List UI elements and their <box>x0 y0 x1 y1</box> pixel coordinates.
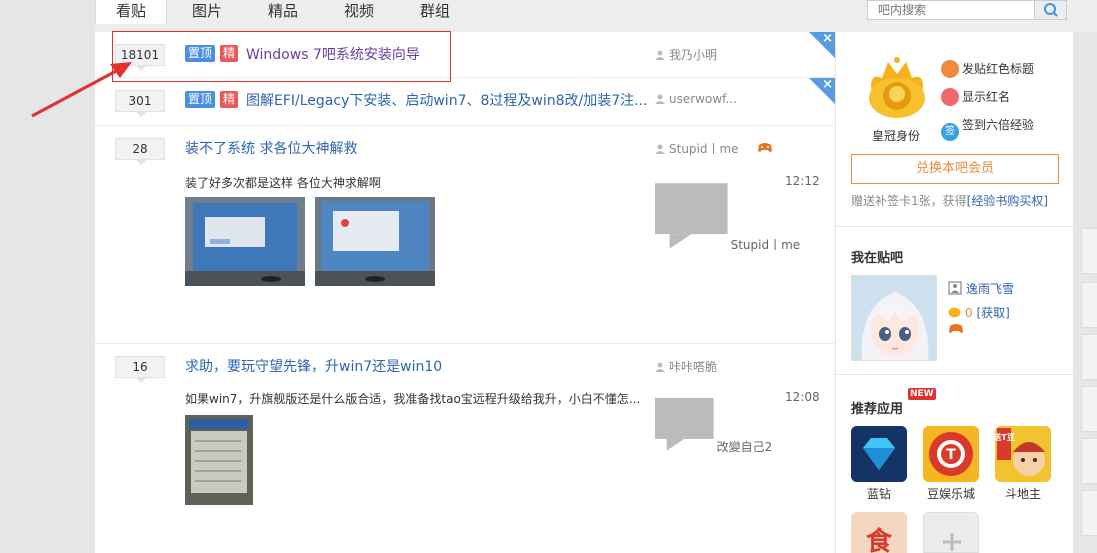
thread-row: 16 求助，要玩守望先锋，升win7还是win10 咔咔嗒脆 如果win7，升旗… <box>95 344 835 553</box>
last-replier[interactable]: 改變自己2 <box>655 392 772 455</box>
side-float-button[interactable] <box>1081 490 1097 536</box>
user-card-icon <box>948 281 962 295</box>
get-coins-link[interactable]: [获取] <box>976 306 1009 320</box>
last-reply-time: 12:12 <box>785 174 820 188</box>
search-input[interactable] <box>868 1 1034 19</box>
landlord-icon: 送T豆 <box>995 426 1051 482</box>
last-replier-name: Stupid丨me <box>730 237 801 252</box>
svg-text:T: T <box>946 447 956 463</box>
app-label: 蓝钻 <box>866 487 891 501</box>
thread-row: 301 置顶 精 图解EFI/Legacy下安装、启动win7、8过程及win8… <box>95 77 835 126</box>
divider <box>836 226 1074 227</box>
screenshot-photo <box>185 197 305 286</box>
thread-author[interactable]: Stupid丨me <box>655 140 739 157</box>
side-float-button[interactable] <box>1081 282 1097 328</box>
thread-author[interactable]: 咔咔嗒脆 <box>655 358 717 375</box>
comment-icon <box>655 397 714 451</box>
add-app-button[interactable] <box>923 512 979 553</box>
user-icon <box>655 94 665 104</box>
side-float-button[interactable] <box>1081 438 1097 484</box>
thread-thumbnail[interactable] <box>185 415 253 505</box>
reply-count: 28 <box>115 138 165 165</box>
thread-author[interactable]: 我乃小明 <box>655 46 717 63</box>
app-blue-diamond[interactable] <box>851 426 907 482</box>
side-float-button[interactable] <box>1081 334 1097 380</box>
perk-sign-exp: 签签到六倍经验 <box>941 116 1034 141</box>
app-food[interactable]: 食 <box>851 512 907 553</box>
game-badge-icon <box>949 324 963 333</box>
sign-icon: 签 <box>941 123 959 141</box>
author-name: userwowf... <box>669 92 737 106</box>
close-icon[interactable]: × <box>822 31 833 46</box>
svg-text:送T豆: 送T豆 <box>995 432 1015 442</box>
tab-groups[interactable]: 群组 <box>403 0 467 24</box>
svg-text:食: 食 <box>866 526 893 553</box>
bar-search <box>867 0 1067 20</box>
crown-label: 皇冠身份 <box>872 129 921 143</box>
close-icon[interactable]: × <box>822 77 833 92</box>
author-name: Stupid丨me <box>669 142 739 156</box>
app-doudizhu[interactable]: 送T豆 <box>995 426 1051 482</box>
recommended-apps-title: 推荐应用 <box>851 402 904 417</box>
side-float-button[interactable] <box>1081 228 1097 274</box>
app-label: 斗地主 <box>1004 487 1041 501</box>
tdou-balance: 0 [获取] <box>948 304 1010 321</box>
username-link[interactable]: 逸雨飞雪 <box>948 280 1014 297</box>
thread-thumbnail[interactable] <box>315 197 435 286</box>
user-icon <box>655 144 665 154</box>
bookmark-icon <box>941 60 959 78</box>
app-tdou-casino[interactable]: T <box>923 426 979 482</box>
search-button[interactable] <box>1034 1 1066 19</box>
tab-videos[interactable]: 视频 <box>327 0 391 24</box>
new-badge: NEW <box>908 388 936 400</box>
user-icon <box>655 50 665 60</box>
divider <box>836 374 1074 375</box>
coin-icon <box>948 307 961 318</box>
redeem-membership-button[interactable]: 兑换本吧会员 <box>851 154 1059 184</box>
user-icon <box>655 362 665 372</box>
avatar[interactable] <box>851 275 937 361</box>
gift-info: 赠送补签卡1张，获得[经验书购买权] <box>851 194 1049 208</box>
side-float-button[interactable] <box>1081 386 1097 432</box>
perk-red-name: 显示红名 <box>941 88 1010 106</box>
annotation-arrow <box>31 62 132 118</box>
chat-icon <box>941 88 959 106</box>
last-reply-time: 12:08 <box>785 390 820 404</box>
diamond-icon <box>851 426 907 482</box>
screenshot-photo <box>185 415 253 505</box>
right-sidebar: 皇冠身份 发贴红色标题 显示红名 签签到六倍经验 兑换本吧会员 赠送补签卡1张，… <box>835 32 1074 553</box>
game-badge-icon <box>758 143 772 152</box>
thread-row: 28 装不了系统 求各位大神解救 Stupid丨me 装了好多次都是这样 各位大… <box>95 126 835 344</box>
author-name: 咔咔嗒脆 <box>669 360 718 374</box>
last-replier[interactable]: Stupid丨me <box>655 176 800 253</box>
comment-icon <box>655 183 728 249</box>
food-app-icon: 食 <box>851 512 907 553</box>
thread-list: 18101 置顶 精 Windows 7吧系统安装向导 我乃小明 × 301 置… <box>95 31 835 553</box>
thread-title[interactable]: 装不了系统 求各位大神解救 <box>185 138 357 158</box>
my-bar-title: 我在贴吧 <box>851 251 904 266</box>
crown-icon <box>869 57 925 118</box>
reply-count: 16 <box>115 356 165 383</box>
thread-title[interactable]: 求助，要玩守望先锋，升win7还是win10 <box>185 356 442 376</box>
search-icon <box>1044 3 1058 17</box>
thread-abstract: 装了好多次都是这样 各位大神求解啊 <box>185 176 381 190</box>
casino-chip-icon: T <box>923 426 979 482</box>
thread-author[interactable]: userwowf... <box>655 92 737 106</box>
plus-icon <box>943 533 961 551</box>
anime-avatar <box>852 276 936 360</box>
tab-featured[interactable]: 精品 <box>251 0 315 24</box>
author-name: 我乃小明 <box>669 48 718 62</box>
last-replier-name: 改變自己2 <box>716 439 773 454</box>
thread-title[interactable]: 图解EFI/Legacy下安装、启动win7、8过程及win8改/加装7注... <box>246 90 647 110</box>
screenshot-photo <box>315 197 435 286</box>
featured-badge: 精 <box>220 91 239 108</box>
thread-abstract: 如果win7，升旗舰版还是什么版合适，我准备找tao宝远程升级给我升，小白不懂怎… <box>185 392 641 406</box>
perk-red-title: 发贴红色标题 <box>941 60 1034 78</box>
thread-thumbnail[interactable] <box>185 197 305 286</box>
exp-book-link[interactable]: [经验书购买权] <box>967 194 1048 208</box>
app-label: 豆娱乐城 <box>926 487 975 501</box>
